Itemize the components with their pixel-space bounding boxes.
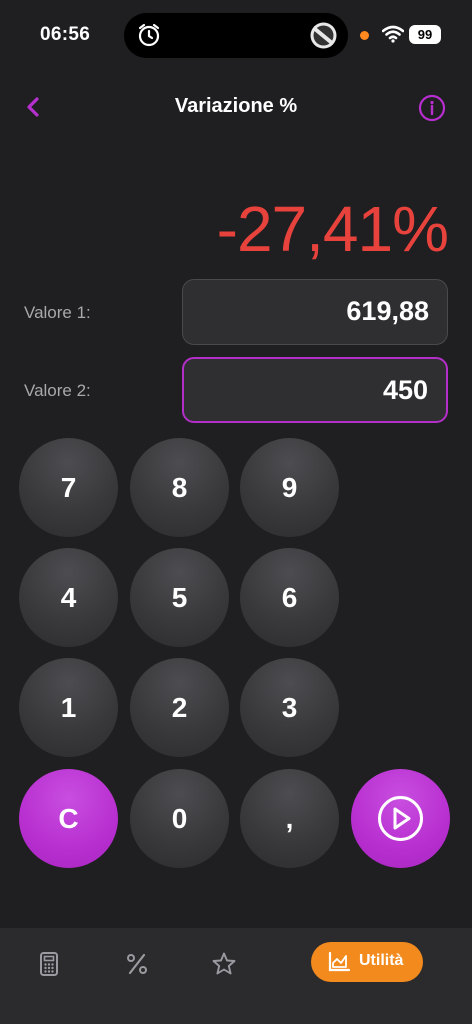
tab-utility-label: Utilità (359, 952, 404, 969)
key-5[interactable]: 5 (130, 548, 229, 647)
percent-icon[interactable] (124, 951, 150, 977)
key-8[interactable]: 8 (130, 438, 229, 537)
value1-label: Valore 1: (24, 303, 91, 322)
timer-icon (138, 23, 160, 47)
tab-utility[interactable]: Utilità (311, 942, 423, 982)
value2-field[interactable]: 450 (182, 357, 448, 423)
key-comma[interactable]: , (240, 769, 339, 868)
key-2[interactable]: 2 (130, 658, 229, 757)
tab-bar: Utilità (0, 928, 472, 1024)
value1-field[interactable]: 619,88 (182, 279, 448, 345)
recording-indicator (360, 31, 369, 40)
key-1[interactable]: 1 (19, 658, 118, 757)
key-0[interactable]: 0 (130, 769, 229, 868)
result-display: -27,41% (216, 193, 449, 265)
calculator-icon[interactable] (36, 951, 62, 977)
key-4[interactable]: 4 (19, 548, 118, 647)
play-circle-icon (378, 796, 423, 841)
calculate-button[interactable] (351, 769, 450, 868)
key-9[interactable]: 9 (240, 438, 339, 537)
key-6[interactable]: 6 (240, 548, 339, 647)
battery-indicator: 99 (409, 25, 441, 44)
key-3[interactable]: 3 (240, 658, 339, 757)
clear-button[interactable]: C (19, 769, 118, 868)
wifi-icon (382, 25, 404, 43)
page-title: Variazione % (174, 95, 298, 117)
key-7[interactable]: 7 (19, 438, 118, 537)
value2-label: Valore 2: (24, 381, 91, 400)
dynamic-island (124, 13, 348, 58)
star-icon[interactable] (211, 951, 237, 977)
status-bar: 06:56 99 (0, 0, 472, 70)
activity-icon (310, 22, 337, 49)
chart-icon (328, 952, 350, 972)
status-time: 06:56 (40, 24, 91, 45)
info-icon[interactable] (418, 94, 446, 122)
